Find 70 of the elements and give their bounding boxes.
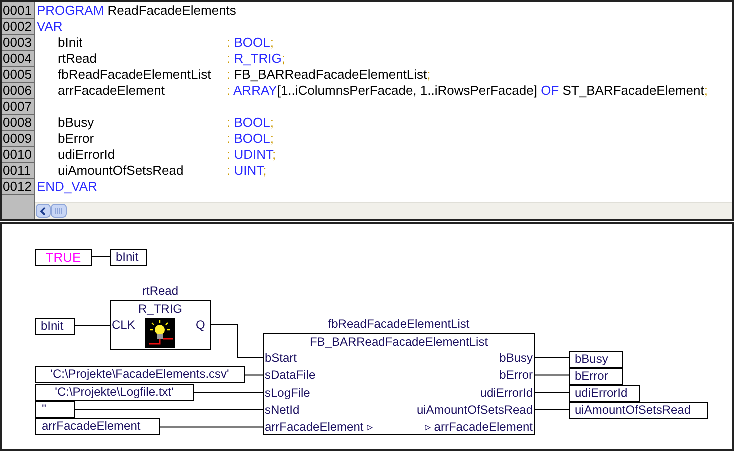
variable-box: bError <box>569 368 623 385</box>
output-pin: bBusy <box>500 350 533 366</box>
type-declaration: : BOOL; <box>227 35 274 51</box>
variable-box: 'C:\Projekte\Logfile.txt' <box>35 384 194 401</box>
code-text: PROGRAM ReadFacadeElements <box>37 3 236 19</box>
input-pin: bStart <box>265 350 298 366</box>
variable-box: 'C:\Projekte\FacadeElements.csv' <box>35 366 245 384</box>
scroll-left-button[interactable] <box>36 204 51 218</box>
output-pin: bError <box>500 367 533 384</box>
grip-icon <box>55 208 63 214</box>
type-declaration: : FB_BARReadFacadeElementList; <box>227 67 431 83</box>
code-text: VAR <box>37 19 63 35</box>
type-declaration: : BOOL; <box>227 131 274 147</box>
type-declaration: : BOOL; <box>227 115 274 131</box>
variable-name: bError <box>58 131 96 147</box>
variable-box: udiErrorId <box>569 385 640 402</box>
constant-box: TRUE <box>35 249 92 266</box>
line-number: 0008 <box>2 115 34 131</box>
input-pin: sDataFile <box>265 367 316 384</box>
variable-box: bInit <box>35 318 75 335</box>
variable-name: uiAmountOfSetsRead <box>58 163 185 179</box>
type-declaration: : UINT; <box>227 163 267 179</box>
line-number: 0011 <box>2 163 34 179</box>
input-pin: arrFacadeElement ▹ <box>265 419 374 436</box>
connector-line <box>92 256 110 258</box>
line-number: 0006 <box>2 83 34 99</box>
lightbulb-icon <box>145 318 175 348</box>
variable-name: udiErrorId <box>58 147 116 163</box>
variable-name: arrFacadeElement <box>58 83 166 99</box>
connector-line <box>534 392 570 394</box>
type-declaration: : ARRAY[1..iColumnsPerFacade, 1..iRowsPerFacade] OF ST_BARFacadeElement; <box>227 83 708 99</box>
instance-name: fbReadFacadeElementList <box>327 317 471 332</box>
line-number: 0009 <box>2 131 34 147</box>
variable-name: fbReadFacadeElementList <box>58 67 212 83</box>
variable-box: bInit <box>110 249 147 266</box>
connector-line <box>244 374 264 376</box>
code-text: END_VAR <box>37 179 98 195</box>
chevron-left-icon <box>40 206 47 216</box>
input-pin: CLK <box>112 318 136 333</box>
connector-line <box>534 374 570 376</box>
connector-line <box>194 392 264 394</box>
variable-name: bBusy <box>58 115 96 131</box>
variable-name: rtRead <box>58 51 98 67</box>
connector-line <box>534 409 570 410</box>
variable-box: '' <box>35 400 75 418</box>
input-pin: sNetId <box>265 402 300 418</box>
scrollbar-thumb[interactable] <box>51 204 67 218</box>
output-pin: Q <box>196 318 206 333</box>
block-type: R_TRIG <box>137 302 184 317</box>
line-number: 0004 <box>2 51 34 67</box>
line-number: 0001 <box>2 3 34 19</box>
line-number: 0012 <box>2 179 34 195</box>
output-pin: udiErrorId <box>480 384 533 401</box>
line-number: 0010 <box>2 147 34 163</box>
type-declaration: : UDINT; <box>227 147 276 163</box>
variable-box: bBusy <box>569 351 623 368</box>
block-type: FB_BARReadFacadeElementList <box>308 335 490 350</box>
output-pin: uiAmountOfSetsRead <box>416 402 533 418</box>
variable-box: arrFacadeElement <box>35 418 160 436</box>
line-number: 0002 <box>2 19 34 35</box>
line-number: 0005 <box>2 67 34 83</box>
output-pin: ▹ arrFacadeElement <box>424 419 533 436</box>
type-declaration: : R_TRIG; <box>227 51 286 67</box>
variable-box: uiAmountOfSetsRead <box>569 402 708 419</box>
input-pin: sLogFile <box>265 384 310 401</box>
line-number: 0007 <box>2 99 34 115</box>
variable-name: bInit <box>58 35 84 51</box>
line-number: 0003 <box>2 35 34 51</box>
instance-name: rtRead <box>141 284 180 299</box>
connector-line <box>210 324 264 358</box>
